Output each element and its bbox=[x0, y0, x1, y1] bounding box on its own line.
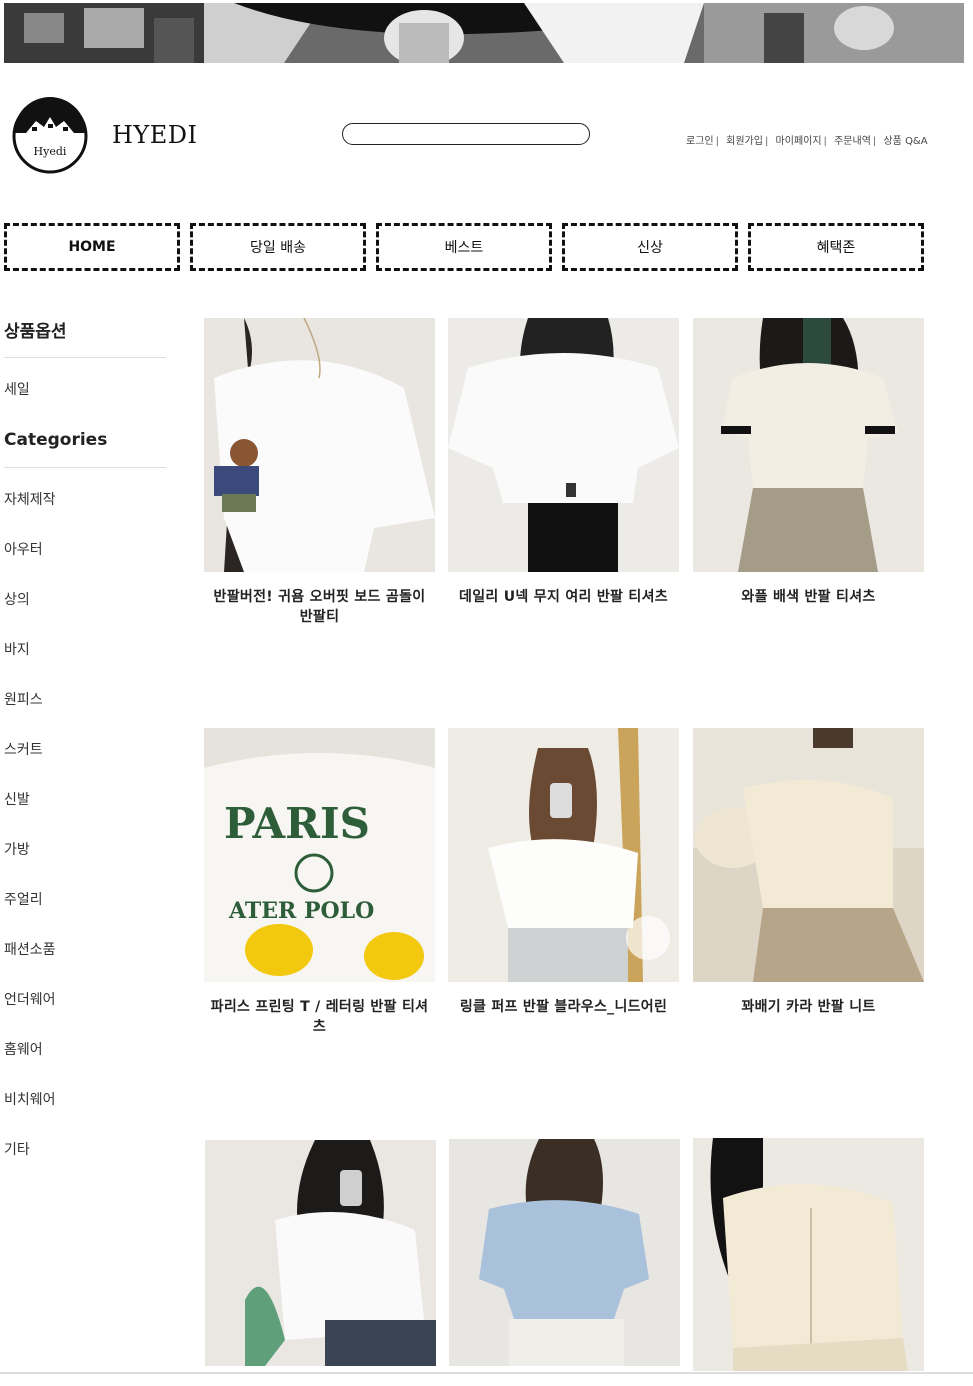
sidebar-item-sale[interactable]: 세일 bbox=[4, 379, 30, 399]
header-banner-image bbox=[4, 3, 964, 63]
sidebar-item-beachwear[interactable]: 비치웨어 bbox=[4, 1089, 56, 1109]
product-image[interactable] bbox=[448, 728, 679, 982]
sidebar-item-etc[interactable]: 기타 bbox=[4, 1139, 30, 1159]
sidebar-item-jewelry[interactable]: 주얼리 bbox=[4, 889, 43, 909]
product-name[interactable]: 링클 퍼프 반팔 블라우스_니드어린 bbox=[448, 997, 679, 1017]
brand-logo[interactable]: Hyedi bbox=[12, 97, 88, 175]
sidebar-item-skirt[interactable]: 스커트 bbox=[4, 739, 43, 759]
product-card bbox=[449, 1139, 680, 1381]
product-card: 반팔버전! 귀욤 오버핏 보드 곰돌이 반팔티 bbox=[204, 318, 435, 627]
order-history-link[interactable]: 주문내역 bbox=[834, 136, 871, 147]
product-card: 와플 배색 반팔 티셔츠 bbox=[693, 318, 924, 607]
product-card: 링클 퍼프 반팔 블라우스_니드어린 bbox=[448, 728, 679, 1017]
product-name[interactable]: 반팔버전! 귀욤 오버핏 보드 곰돌이 반팔티 bbox=[204, 587, 435, 627]
separator: | bbox=[764, 136, 769, 147]
brand-name[interactable]: HYEDI bbox=[112, 121, 198, 149]
product-image[interactable] bbox=[204, 318, 435, 572]
divider bbox=[4, 357, 166, 358]
divider bbox=[4, 467, 166, 468]
nav-same-day-delivery[interactable]: 당일 배송 bbox=[190, 223, 366, 271]
main-navigation: HOME 당일 배송 베스트 신상 혜택존 bbox=[4, 223, 929, 273]
top-navigation: 로그인 | 회원가입 | 마이페이지 | 주문내역 | 상품 Q&A bbox=[686, 132, 928, 147]
product-image[interactable] bbox=[693, 728, 924, 982]
svg-text:PARIS: PARIS bbox=[224, 799, 370, 848]
nav-home[interactable]: HOME bbox=[4, 223, 180, 271]
sidebar-item-pants[interactable]: 바지 bbox=[4, 639, 30, 659]
product-card bbox=[205, 1140, 436, 1381]
nav-new[interactable]: 신상 bbox=[562, 223, 738, 271]
product-options-title: 상품옵션 bbox=[4, 322, 67, 342]
product-image[interactable] bbox=[693, 318, 924, 572]
sidebar-item-own-production[interactable]: 자체제작 bbox=[4, 489, 56, 509]
sidebar-item-dress[interactable]: 원피스 bbox=[4, 689, 43, 709]
product-image[interactable] bbox=[449, 1139, 680, 1366]
sidebar-item-shoes[interactable]: 신발 bbox=[4, 789, 30, 809]
nav-best[interactable]: 베스트 bbox=[376, 223, 552, 271]
product-card bbox=[693, 1138, 924, 1386]
login-link[interactable]: 로그인 bbox=[686, 136, 714, 147]
sidebar-item-bags[interactable]: 가방 bbox=[4, 839, 30, 859]
product-image[interactable] bbox=[205, 1140, 436, 1366]
product-card: PARIS ATER POLO 파리스 프린팅 T / 레터링 반팔 티셔츠 bbox=[204, 728, 435, 1037]
categories-title: Categories bbox=[4, 430, 108, 450]
product-image[interactable]: PARIS ATER POLO bbox=[204, 728, 435, 982]
product-image[interactable] bbox=[693, 1138, 924, 1371]
product-name[interactable]: 와플 배색 반팔 티셔츠 bbox=[693, 587, 924, 607]
separator: | bbox=[823, 136, 827, 147]
sidebar-item-outer[interactable]: 아우터 bbox=[4, 539, 43, 559]
mypage-link[interactable]: 마이페이지 bbox=[776, 136, 822, 147]
sidebar-item-homewear[interactable]: 홈웨어 bbox=[4, 1039, 43, 1059]
product-qna-link[interactable]: 상품 Q&A bbox=[883, 136, 927, 147]
sidebar-item-tops[interactable]: 상의 bbox=[4, 589, 30, 609]
product-name[interactable]: 파리스 프린팅 T / 레터링 반팔 티셔츠 bbox=[204, 997, 435, 1037]
svg-text:ATER POLO: ATER POLO bbox=[228, 898, 374, 924]
sidebar-item-underwear[interactable]: 언더웨어 bbox=[4, 989, 56, 1009]
product-name[interactable]: 데일리 U넥 무지 여리 반팔 티셔츠 bbox=[448, 587, 679, 607]
separator: | bbox=[872, 136, 877, 147]
nav-benefit-zone[interactable]: 혜택존 bbox=[748, 223, 924, 271]
separator: | bbox=[715, 136, 719, 147]
sidebar-item-fashion-accessories[interactable]: 패션소품 bbox=[4, 939, 56, 959]
product-card: 꽈배기 카라 반팔 니트 bbox=[693, 728, 924, 1017]
product-image[interactable] bbox=[448, 318, 679, 572]
signup-link[interactable]: 회원가입 bbox=[726, 136, 763, 147]
product-name[interactable]: 꽈배기 카라 반팔 니트 bbox=[693, 997, 924, 1017]
logo-text: Hyedi bbox=[33, 145, 67, 158]
product-card: 데일리 U넥 무지 여리 반팔 티셔츠 bbox=[448, 318, 679, 607]
search-input[interactable] bbox=[342, 123, 590, 145]
